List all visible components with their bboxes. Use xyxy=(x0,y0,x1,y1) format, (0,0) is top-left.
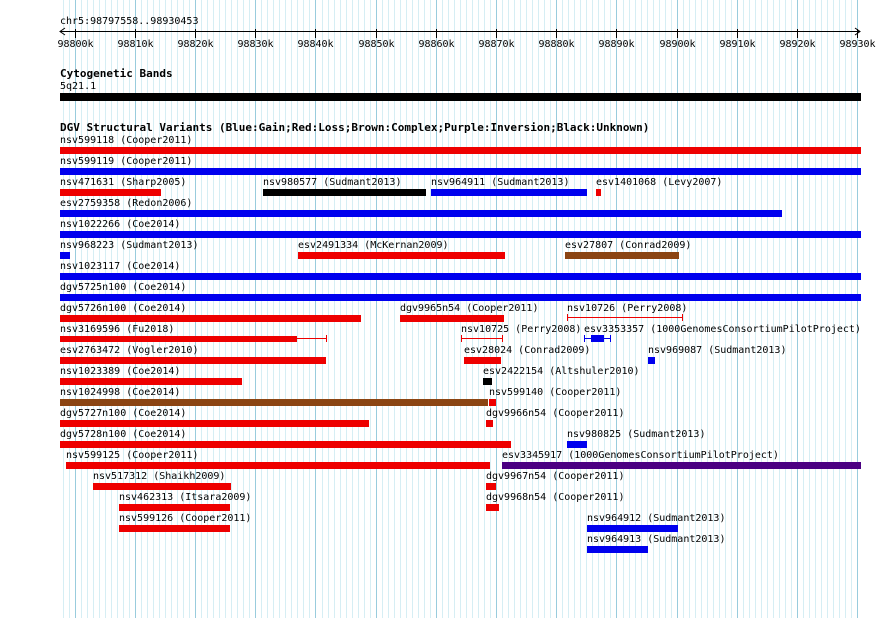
feature-label: nsv1024998 (Coe2014) xyxy=(60,387,180,398)
ruler-tick-label: 98800k xyxy=(57,39,93,50)
position-label: chr5:98797558..98930453 xyxy=(60,16,198,27)
feature-label: nsv599126 (Cooper2011) xyxy=(119,513,251,524)
feature-label: dgv9966n54 (Cooper2011) xyxy=(486,408,624,419)
ruler-tick-label: 98820k xyxy=(177,39,213,50)
cytoband-label: 5q21.1 xyxy=(60,81,96,92)
feature-label: nsv1022266 (Coe2014) xyxy=(60,219,180,230)
feature-nsv964913[interactable] xyxy=(587,546,648,553)
ruler-tick-label: 98890k xyxy=(598,39,634,50)
feature-label: esv28024 (Conrad2009) xyxy=(464,345,590,356)
feature-label: dgv9968n54 (Cooper2011) xyxy=(486,492,624,503)
dgv-track-title: DGV Structural Variants (Blue:Gain;Red:L… xyxy=(60,121,649,134)
feature-esv2763472[interactable] xyxy=(60,357,326,364)
feature-label: nsv599118 (Cooper2011) xyxy=(60,135,192,146)
feature-label: dgv5727n100 (Coe2014) xyxy=(60,408,186,419)
ruler-tick-label: 98870k xyxy=(478,39,514,50)
feature-nsv517312[interactable] xyxy=(93,483,231,490)
feature-esv3345917[interactable] xyxy=(502,462,861,469)
cytoband-track-title: Cytogenetic Bands xyxy=(60,67,173,80)
feature-dgv5727n100[interactable] xyxy=(60,420,369,427)
feature-nsv599118[interactable] xyxy=(60,147,861,154)
feature-nsv3169596[interactable] xyxy=(60,336,297,342)
genome-browser-view: chr5:98797558..98930453 98800k 98810k 9882… xyxy=(57,0,876,618)
ruler-tick-label: 98840k xyxy=(297,39,333,50)
feature-label: dgv5726n100 (Coe2014) xyxy=(60,303,186,314)
feature-label: nsv1023389 (Coe2014) xyxy=(60,366,180,377)
ruler-tick-label: 98830k xyxy=(237,39,273,50)
feature-label: esv27807 (Conrad2009) xyxy=(565,240,691,251)
feature-dgv5728n100[interactable] xyxy=(60,441,511,448)
feature-dgv9965n54[interactable] xyxy=(400,315,504,322)
feature-esv2491334[interactable] xyxy=(298,252,505,259)
feature-nsv964911[interactable] xyxy=(431,189,587,196)
feature-dgv5725n100[interactable] xyxy=(60,294,861,301)
feature-nsv599119[interactable] xyxy=(60,168,861,175)
feature-label: esv3353357 (1000GenomesConsortiumPilotPr… xyxy=(584,324,861,335)
feature-label: esv2422154 (Altshuler2010) xyxy=(483,366,640,377)
feature-nsv599125[interactable] xyxy=(66,462,490,469)
feature-nsv1024998[interactable] xyxy=(60,399,488,406)
ruler-tick-label: 98860k xyxy=(418,39,454,50)
feature-label: esv2759358 (Redon2006) xyxy=(60,198,192,209)
feature-nsv471631[interactable] xyxy=(60,189,161,196)
feature-label: nsv10726 (Perry2008) xyxy=(567,303,687,314)
feature-nsv462313[interactable] xyxy=(119,504,230,511)
feature-label: nsv599119 (Cooper2011) xyxy=(60,156,192,167)
feature-esv2759358[interactable] xyxy=(60,210,782,217)
feature-label: nsv964911 (Sudmant2013) xyxy=(431,177,569,188)
feature-label: nsv3169596 (Fu2018) xyxy=(60,324,174,335)
feature-label: dgv5725n100 (Coe2014) xyxy=(60,282,186,293)
ruler-tick-label: 98810k xyxy=(117,39,153,50)
ruler-tick-label: 98920k xyxy=(779,39,815,50)
feature-label: nsv599125 (Cooper2011) xyxy=(66,450,198,461)
feature-label: nsv471631 (Sharp2005) xyxy=(60,177,186,188)
feature-nsv969087[interactable] xyxy=(648,357,655,364)
feature-label: nsv1023117 (Coe2014) xyxy=(60,261,180,272)
feature-label: nsv968223 (Sudmant2013) xyxy=(60,240,198,251)
feature-nsv980825[interactable] xyxy=(567,441,587,448)
ruler-tick-label: 98880k xyxy=(538,39,574,50)
feature-dgv9967n54[interactable] xyxy=(486,483,496,490)
feature-block xyxy=(591,335,604,342)
feature-nsv599126[interactable] xyxy=(119,525,230,532)
feature-label: nsv964913 (Sudmant2013) xyxy=(587,534,725,545)
feature-nsv1022266[interactable] xyxy=(60,231,861,238)
feature-nsv964912[interactable] xyxy=(587,525,678,532)
feature-nsv980577[interactable] xyxy=(263,189,426,196)
feature-label: nsv10725 (Perry2008) xyxy=(461,324,581,335)
feature-label: esv2763472 (Vogler2010) xyxy=(60,345,198,356)
feature-esv2422154[interactable] xyxy=(483,378,492,385)
feature-label: nsv964912 (Sudmant2013) xyxy=(587,513,725,524)
ruler-tick-label: 98850k xyxy=(358,39,394,50)
feature-label: dgv5728n100 (Coe2014) xyxy=(60,429,186,440)
feature-esv28024[interactable] xyxy=(464,357,501,364)
feature-nsv599140[interactable] xyxy=(489,399,496,406)
feature-esv1401068[interactable] xyxy=(596,189,601,196)
feature-dgv9966n54[interactable] xyxy=(486,420,493,427)
feature-label: esv2491334 (McKernan2009) xyxy=(298,240,449,251)
ruler-tick-label: 98900k xyxy=(659,39,695,50)
feature-esv27807[interactable] xyxy=(565,252,679,259)
feature-label: nsv980577 (Sudmant2013) xyxy=(263,177,401,188)
feature-label: esv1401068 (Levy2007) xyxy=(596,177,722,188)
ruler-tick-label: 98910k xyxy=(719,39,755,50)
feature-label: nsv980825 (Sudmant2013) xyxy=(567,429,705,440)
ruler-tick-label: 98930k xyxy=(839,39,875,50)
feature-dgv9968n54[interactable] xyxy=(486,504,499,511)
feature-label: nsv969087 (Sudmant2013) xyxy=(648,345,786,356)
feature-label: esv3345917 (1000GenomesConsortiumPilotPr… xyxy=(502,450,779,461)
cytoband-bar[interactable] xyxy=(60,93,861,101)
feature-label: nsv599140 (Cooper2011) xyxy=(489,387,621,398)
feature-label: dgv9967n54 (Cooper2011) xyxy=(486,471,624,482)
feature-nsv968223[interactable] xyxy=(60,252,70,259)
feature-label: dgv9965n54 (Cooper2011) xyxy=(400,303,538,314)
feature-label: nsv517312 (Shaikh2009) xyxy=(93,471,225,482)
feature-label: nsv462313 (Itsara2009) xyxy=(119,492,251,503)
feature-nsv1023389[interactable] xyxy=(60,378,242,385)
feature-nsv1023117[interactable] xyxy=(60,273,861,280)
feature-dgv5726n100[interactable] xyxy=(60,315,361,322)
